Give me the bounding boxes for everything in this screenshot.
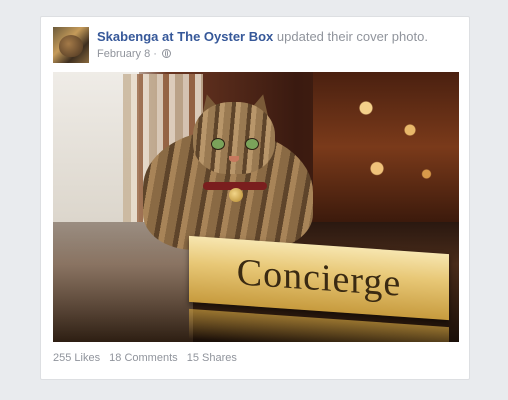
shares-count[interactable]: 15 Shares	[187, 352, 237, 364]
page-name-link[interactable]: Skabenga at The Oyster Box	[97, 29, 273, 44]
globe-icon[interactable]	[162, 49, 171, 58]
separator-dot: ·	[153, 48, 157, 60]
likes-count[interactable]: 255 Likes	[53, 352, 100, 364]
post-meta: Skabenga at The Oyster Box updated their…	[97, 29, 428, 61]
post-action-text: updated their cover photo.	[276, 29, 428, 44]
photo-lights	[333, 86, 443, 196]
cat-head	[193, 102, 275, 174]
avatar-cat-image	[59, 35, 83, 57]
post-stats: 255 Likes 18 Comments 15 Shares	[53, 352, 243, 364]
cat-eye-left	[211, 138, 225, 150]
post-header: Skabenga at The Oyster Box updated their…	[53, 27, 457, 65]
post-date-link[interactable]: February 8	[97, 48, 150, 60]
concierge-sign-text: Concierge	[236, 251, 402, 305]
cat-nose	[229, 156, 239, 162]
post-subline: February 8 ·	[97, 47, 428, 61]
page-avatar[interactable]	[53, 27, 89, 63]
post-card: Skabenga at The Oyster Box updated their…	[40, 16, 470, 380]
cat-tag	[229, 188, 243, 202]
comments-count[interactable]: 18 Comments	[109, 352, 177, 364]
post-title-line: Skabenga at The Oyster Box updated their…	[97, 29, 428, 45]
cover-photo[interactable]: Concierge	[53, 72, 459, 342]
cat-eye-right	[245, 138, 259, 150]
